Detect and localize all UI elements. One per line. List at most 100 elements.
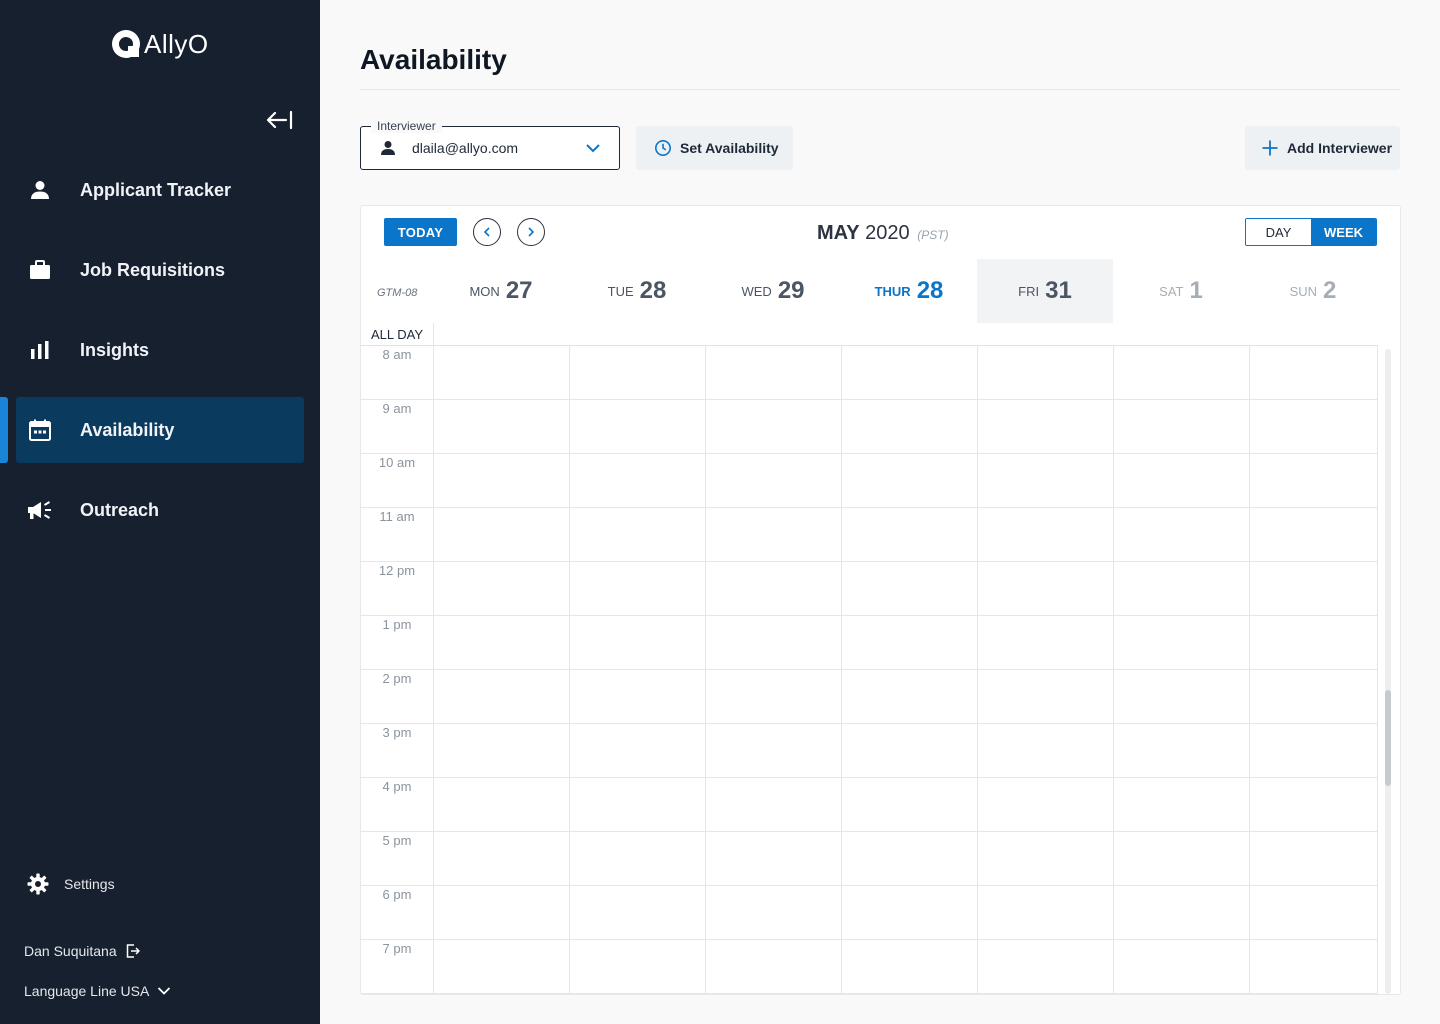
today-button[interactable]: TODAY xyxy=(384,218,457,246)
day-header-thur[interactable]: THUR 28 xyxy=(841,259,977,323)
day-header-fri[interactable]: FRI 31 xyxy=(977,259,1113,323)
bar-chart-icon xyxy=(26,336,54,364)
title-divider xyxy=(360,89,1400,90)
active-nav-indicator xyxy=(0,397,8,463)
brand-name: AllyO xyxy=(144,28,209,59)
day-column-divider xyxy=(705,345,706,994)
scrollbar-thumb[interactable] xyxy=(1385,690,1391,786)
hour-label: 1 pm xyxy=(382,617,412,632)
month-name: MAY xyxy=(817,222,860,244)
hour-gridline xyxy=(361,939,1377,940)
day-date: 1 xyxy=(1189,277,1203,304)
allyo-logo-icon xyxy=(112,30,140,58)
logout-button[interactable] xyxy=(125,943,141,959)
scrollbar-track[interactable] xyxy=(1385,349,1391,994)
hour-gridline xyxy=(361,453,1377,454)
view-toggle: DAY WEEK xyxy=(1245,218,1377,246)
day-date: 27 xyxy=(505,277,533,304)
plus-icon xyxy=(1262,140,1278,156)
sidebar-item-job-requisitions[interactable]: Job Requisitions xyxy=(16,237,304,303)
brand-logo[interactable]: AllyO xyxy=(110,28,209,60)
next-week-button[interactable] xyxy=(517,218,545,246)
sidebar-item-label: Outreach xyxy=(80,499,160,520)
organization-name: Language Line USA xyxy=(24,983,150,999)
day-header-sun[interactable]: SUN 2 xyxy=(1249,259,1377,323)
hour-gridline xyxy=(361,885,1377,886)
hour-label: 4 pm xyxy=(382,779,412,794)
chevron-right-icon xyxy=(528,227,535,237)
day-column-divider xyxy=(1249,345,1250,994)
interviewer-label: Interviewer xyxy=(371,119,442,133)
add-interviewer-button[interactable]: Add Interviewer xyxy=(1245,126,1400,170)
hour-gridline xyxy=(361,831,1377,832)
day-column-divider xyxy=(977,345,978,994)
sidebar: AllyO Applicant Tracker Job Requisitions… xyxy=(0,0,320,1024)
gear-icon xyxy=(27,873,49,895)
sidebar-item-outreach[interactable]: Outreach xyxy=(16,477,304,543)
day-date: 2 xyxy=(1323,277,1337,304)
sidebar-item-availability[interactable]: Availability xyxy=(16,397,304,463)
organization-selector[interactable]: Language Line USA xyxy=(24,983,171,999)
hour-label: 2 pm xyxy=(382,671,412,686)
day-date: 29 xyxy=(777,277,805,304)
hour-label: 9 am xyxy=(382,401,412,416)
hour-gridline xyxy=(361,669,1377,670)
calendar-icon xyxy=(26,416,54,444)
user-name: Dan Suquitana xyxy=(24,943,117,959)
month-heading: MAY 2020 (PST) xyxy=(817,222,949,245)
day-header-tue[interactable]: TUE 28 xyxy=(569,259,705,323)
chevron-left-icon xyxy=(483,227,490,237)
day-name: FRI xyxy=(1018,283,1040,299)
megaphone-icon xyxy=(26,496,54,524)
day-date: 31 xyxy=(1045,277,1072,304)
all-day-label: ALL DAY xyxy=(371,327,424,342)
gmt-offset: GTM-08 xyxy=(377,287,418,299)
interviewer-select[interactable]: Interviewer dlaila@allyo.com xyxy=(360,119,620,170)
hour-gridline xyxy=(361,561,1377,562)
add-interviewer-label: Add Interviewer xyxy=(1287,140,1393,156)
hour-label: 8 am xyxy=(382,347,412,362)
day-header-mon[interactable]: MON 27 xyxy=(433,259,569,323)
day-header-row: GTM-08 MON 27 TUE 28 WED 29 THUR 28 FRI … xyxy=(361,259,1377,323)
logout-icon xyxy=(126,944,140,958)
collapse-left-icon xyxy=(266,110,293,130)
settings-label: Settings xyxy=(64,876,115,892)
day-column-divider xyxy=(433,345,434,994)
day-name: WED xyxy=(741,283,772,299)
day-view-button[interactable]: DAY xyxy=(1246,219,1311,245)
previous-week-button[interactable] xyxy=(473,218,501,246)
hour-label: 5 pm xyxy=(382,833,412,848)
day-date: 28 xyxy=(916,277,944,304)
hour-label: 11 am xyxy=(379,509,415,524)
chevron-down-icon xyxy=(158,987,171,995)
day-name: TUE xyxy=(607,283,634,299)
day-column-divider xyxy=(1113,345,1114,994)
hour-gridline xyxy=(361,615,1377,616)
settings-link[interactable]: Settings xyxy=(26,872,115,896)
week-view-button[interactable]: WEEK xyxy=(1311,219,1376,245)
all-day-divider xyxy=(433,323,434,345)
day-header-wed[interactable]: WED 29 xyxy=(705,259,841,323)
hour-gridline xyxy=(361,993,1377,994)
day-name: THUR xyxy=(874,283,911,299)
collapse-sidebar-button[interactable] xyxy=(264,106,296,134)
briefcase-icon xyxy=(26,256,54,284)
hour-label: 12 pm xyxy=(378,563,416,578)
page-title: Availability xyxy=(360,44,507,75)
set-availability-button[interactable]: Set Availability xyxy=(636,126,793,170)
year: 2020 xyxy=(865,222,910,244)
clock-icon xyxy=(655,140,671,156)
sidebar-item-applicant-tracker[interactable]: Applicant Tracker xyxy=(16,157,304,223)
sidebar-item-label: Availability xyxy=(80,419,175,440)
sidebar-item-label: Applicant Tracker xyxy=(80,179,232,200)
day-header-sat[interactable]: SAT 1 xyxy=(1113,259,1249,323)
day-name: MON xyxy=(469,283,500,299)
day-column-divider xyxy=(1377,345,1378,994)
hour-gridline xyxy=(361,777,1377,778)
hour-gridline xyxy=(361,723,1377,724)
person-icon xyxy=(381,141,395,155)
user-row: Dan Suquitana xyxy=(24,943,141,959)
grid-top-border xyxy=(361,345,1377,346)
sidebar-item-insights[interactable]: Insights xyxy=(16,317,304,383)
chevron-down-icon xyxy=(586,144,600,153)
